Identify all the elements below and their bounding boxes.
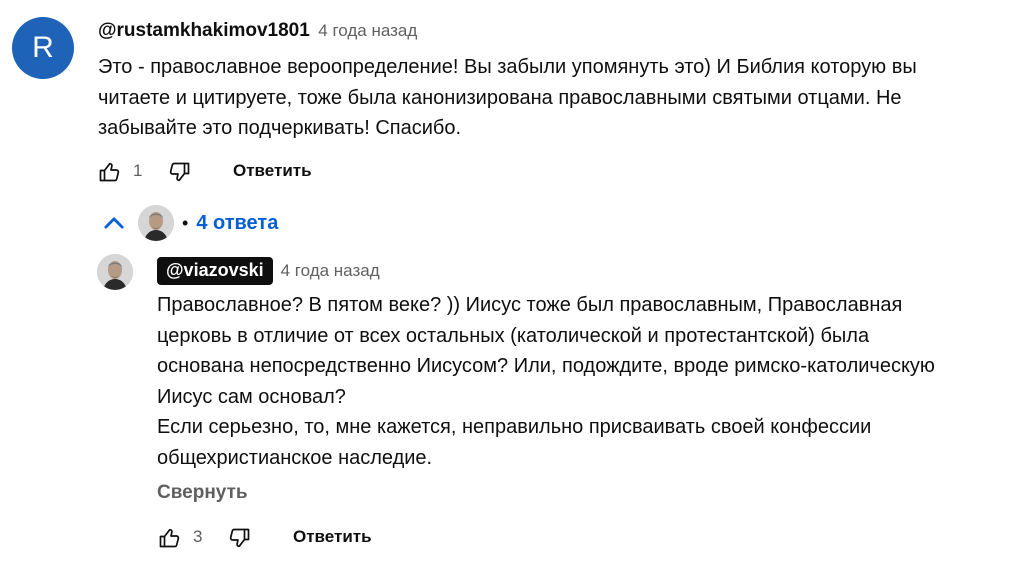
reply-timestamp[interactable]: 4 года назад	[281, 261, 380, 281]
replies-toggle[interactable]: • 4 ответа	[100, 200, 278, 246]
reply-author-avatar-small	[138, 205, 174, 241]
reply-button[interactable]: Ответить	[233, 161, 312, 181]
separator-dot: •	[182, 212, 189, 233]
like-button[interactable]	[155, 523, 185, 553]
thumbs-up-icon	[99, 162, 120, 182]
reply-author-chip[interactable]: @viazovski	[157, 257, 273, 285]
reply-header: @viazovski 4 года назад	[157, 257, 380, 285]
comment-timestamp[interactable]: 4 года назад	[318, 21, 417, 40]
thumbs-down-icon	[169, 162, 190, 182]
avatar[interactable]: R	[12, 17, 74, 79]
dislike-button[interactable]	[224, 523, 254, 553]
reply-button[interactable]: Ответить	[293, 527, 372, 547]
dislike-button[interactable]	[164, 157, 194, 187]
avatar[interactable]	[97, 254, 133, 290]
chevron-up-icon	[104, 217, 124, 229]
replies-count-label[interactable]: 4 ответа	[196, 212, 278, 235]
thumbs-down-icon	[229, 528, 250, 548]
comment-text: Это - православное вероопределение! Вы з…	[98, 56, 917, 139]
collapse-button[interactable]: Свернуть	[157, 482, 248, 504]
like-count: 1	[133, 161, 143, 180]
thumbs-up-icon	[159, 528, 180, 548]
like-button[interactable]	[95, 157, 125, 187]
comment-header: @rustamkhakimov1801 4 года назад	[98, 20, 417, 42]
like-count: 3	[193, 527, 203, 546]
avatar-letter: R	[32, 31, 54, 64]
reply-text: Православное? В пятом веке? )) Иисус тож…	[157, 294, 935, 469]
comment-author[interactable]: @rustamkhakimov1801	[98, 20, 310, 41]
